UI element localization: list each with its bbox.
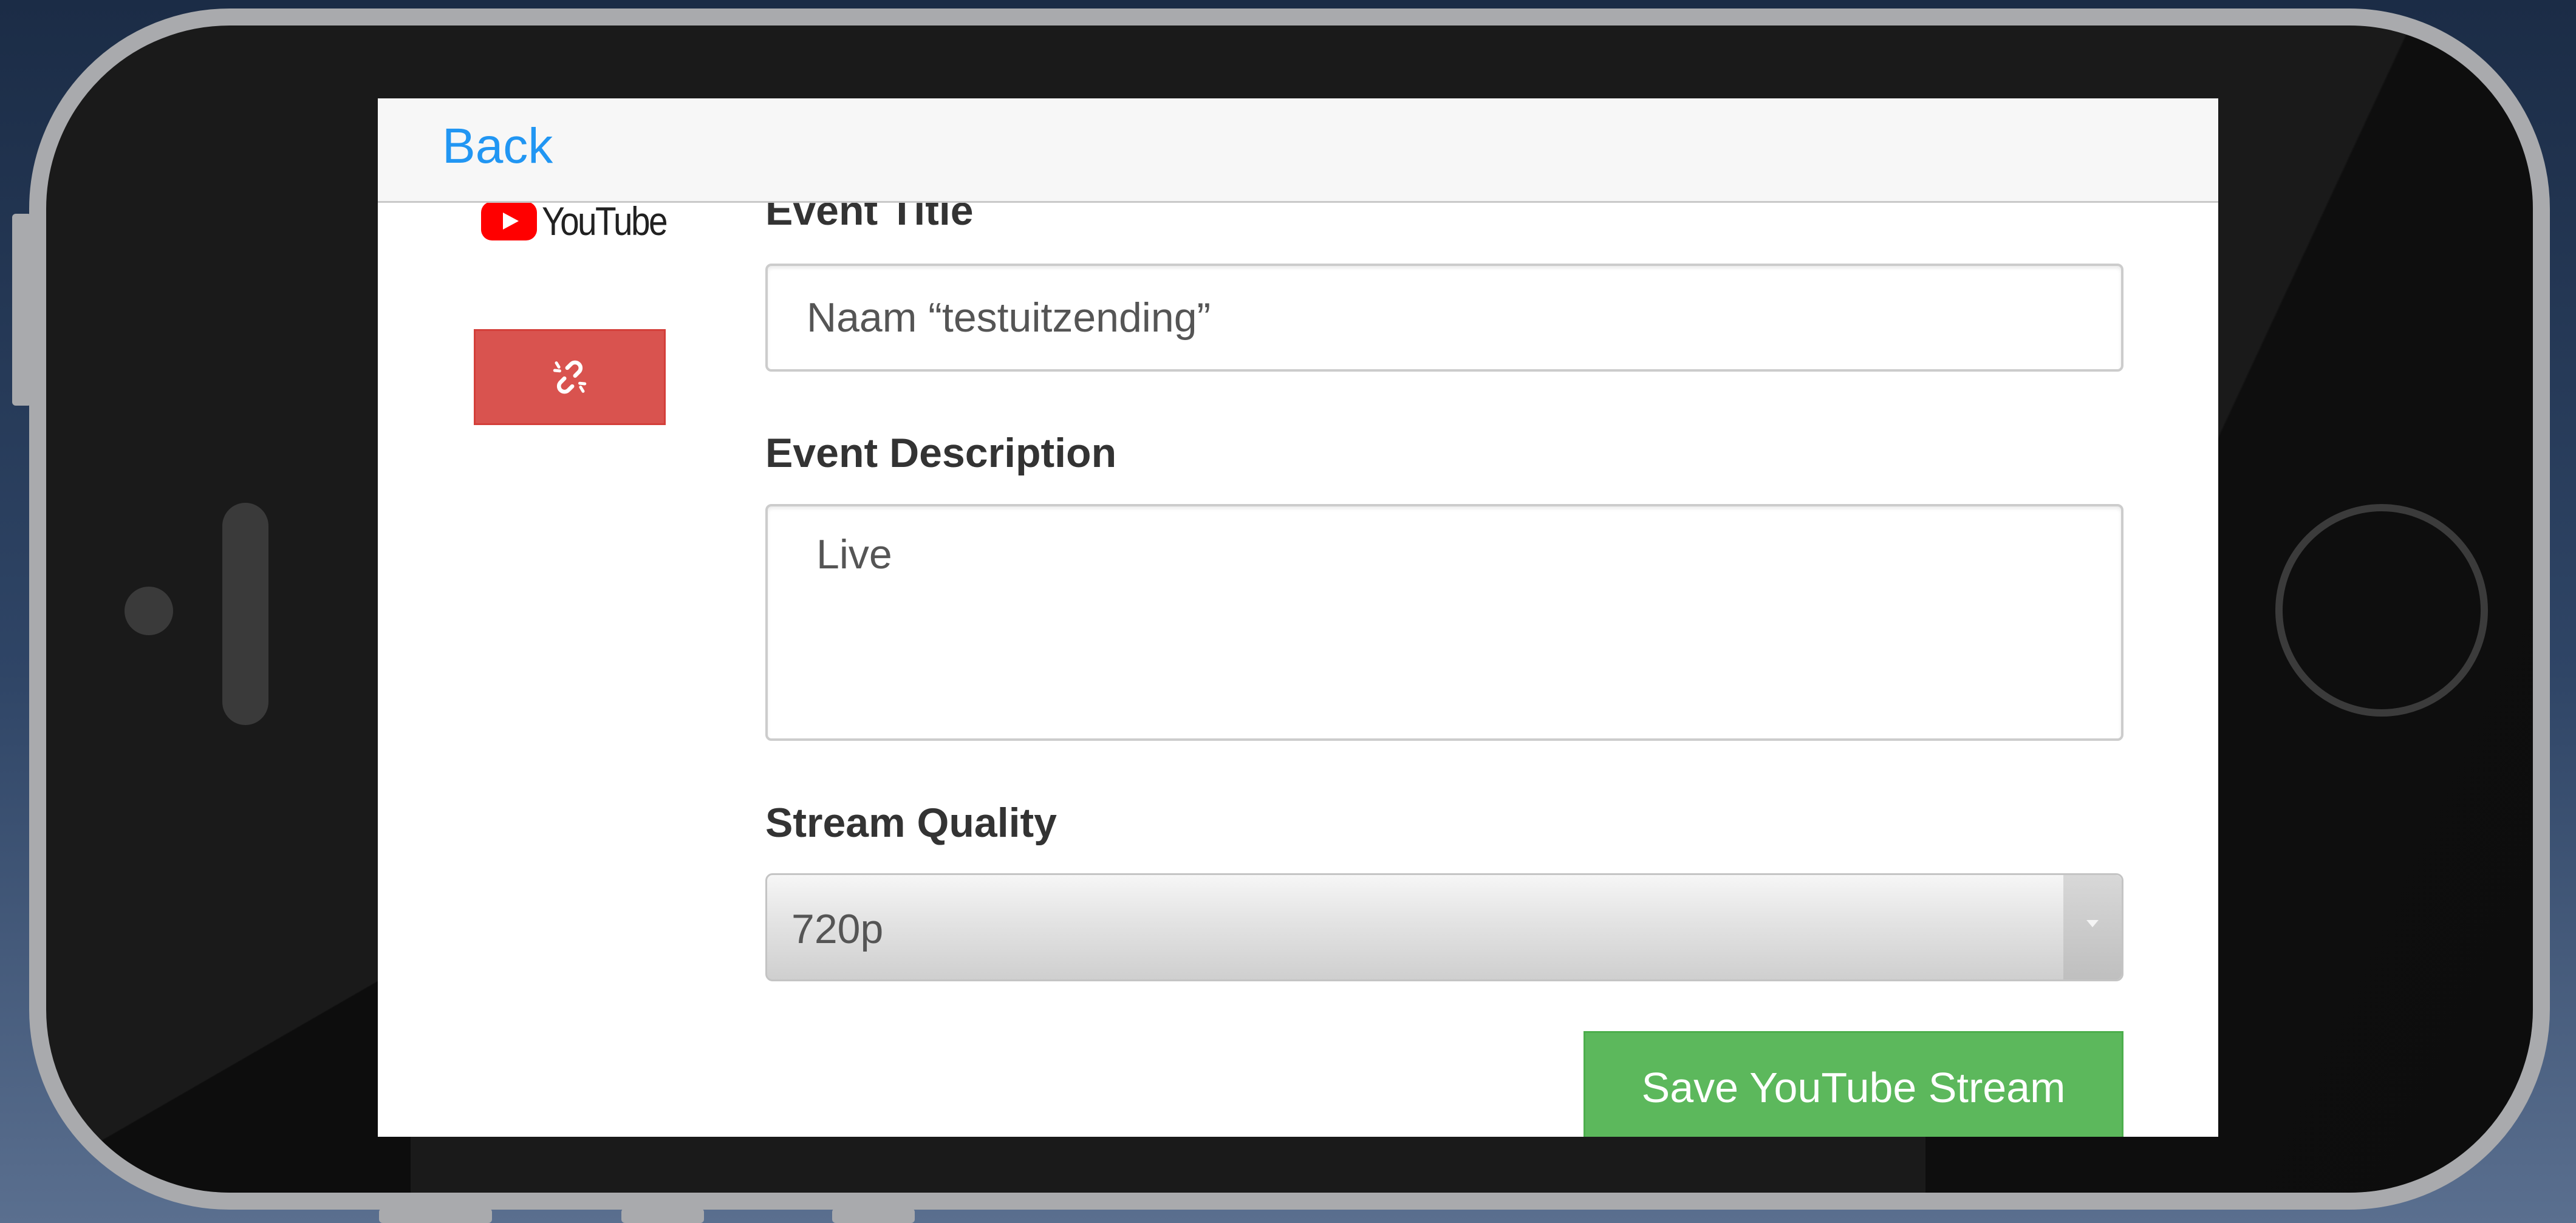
side-volume-button <box>12 214 32 406</box>
chevron-down-icon <box>2063 875 2122 979</box>
unlink-icon <box>553 360 587 394</box>
youtube-logo: YouTube <box>481 197 686 245</box>
top-button-1 <box>379 1208 492 1223</box>
phone-shade-left <box>46 889 411 1193</box>
back-button[interactable]: Back <box>442 117 553 176</box>
stream-quality-select[interactable]: 720p <box>765 873 2123 981</box>
app-screen: Back YouTube Event Title Event Descripti… <box>378 98 2218 1137</box>
home-button[interactable] <box>2275 504 2488 717</box>
save-youtube-stream-button[interactable]: Save YouTube Stream <box>1584 1031 2123 1137</box>
stream-form: Event Title Event Description Live Strea… <box>765 98 2126 1137</box>
front-camera <box>125 587 173 635</box>
top-button-2 <box>621 1208 704 1223</box>
youtube-wordmark: YouTube <box>542 199 668 244</box>
navigation-bar: Back <box>378 98 2218 203</box>
stream-quality-value: 720p <box>791 906 884 952</box>
event-description-textarea[interactable]: Live <box>765 504 2123 741</box>
youtube-play-icon <box>481 202 537 240</box>
event-description-label: Event Description <box>765 430 1117 476</box>
earpiece-speaker <box>222 503 268 725</box>
event-title-input[interactable] <box>765 264 2123 372</box>
top-button-3 <box>832 1208 915 1223</box>
unlink-account-button[interactable] <box>474 329 666 425</box>
stream-quality-label: Stream Quality <box>765 800 1057 846</box>
